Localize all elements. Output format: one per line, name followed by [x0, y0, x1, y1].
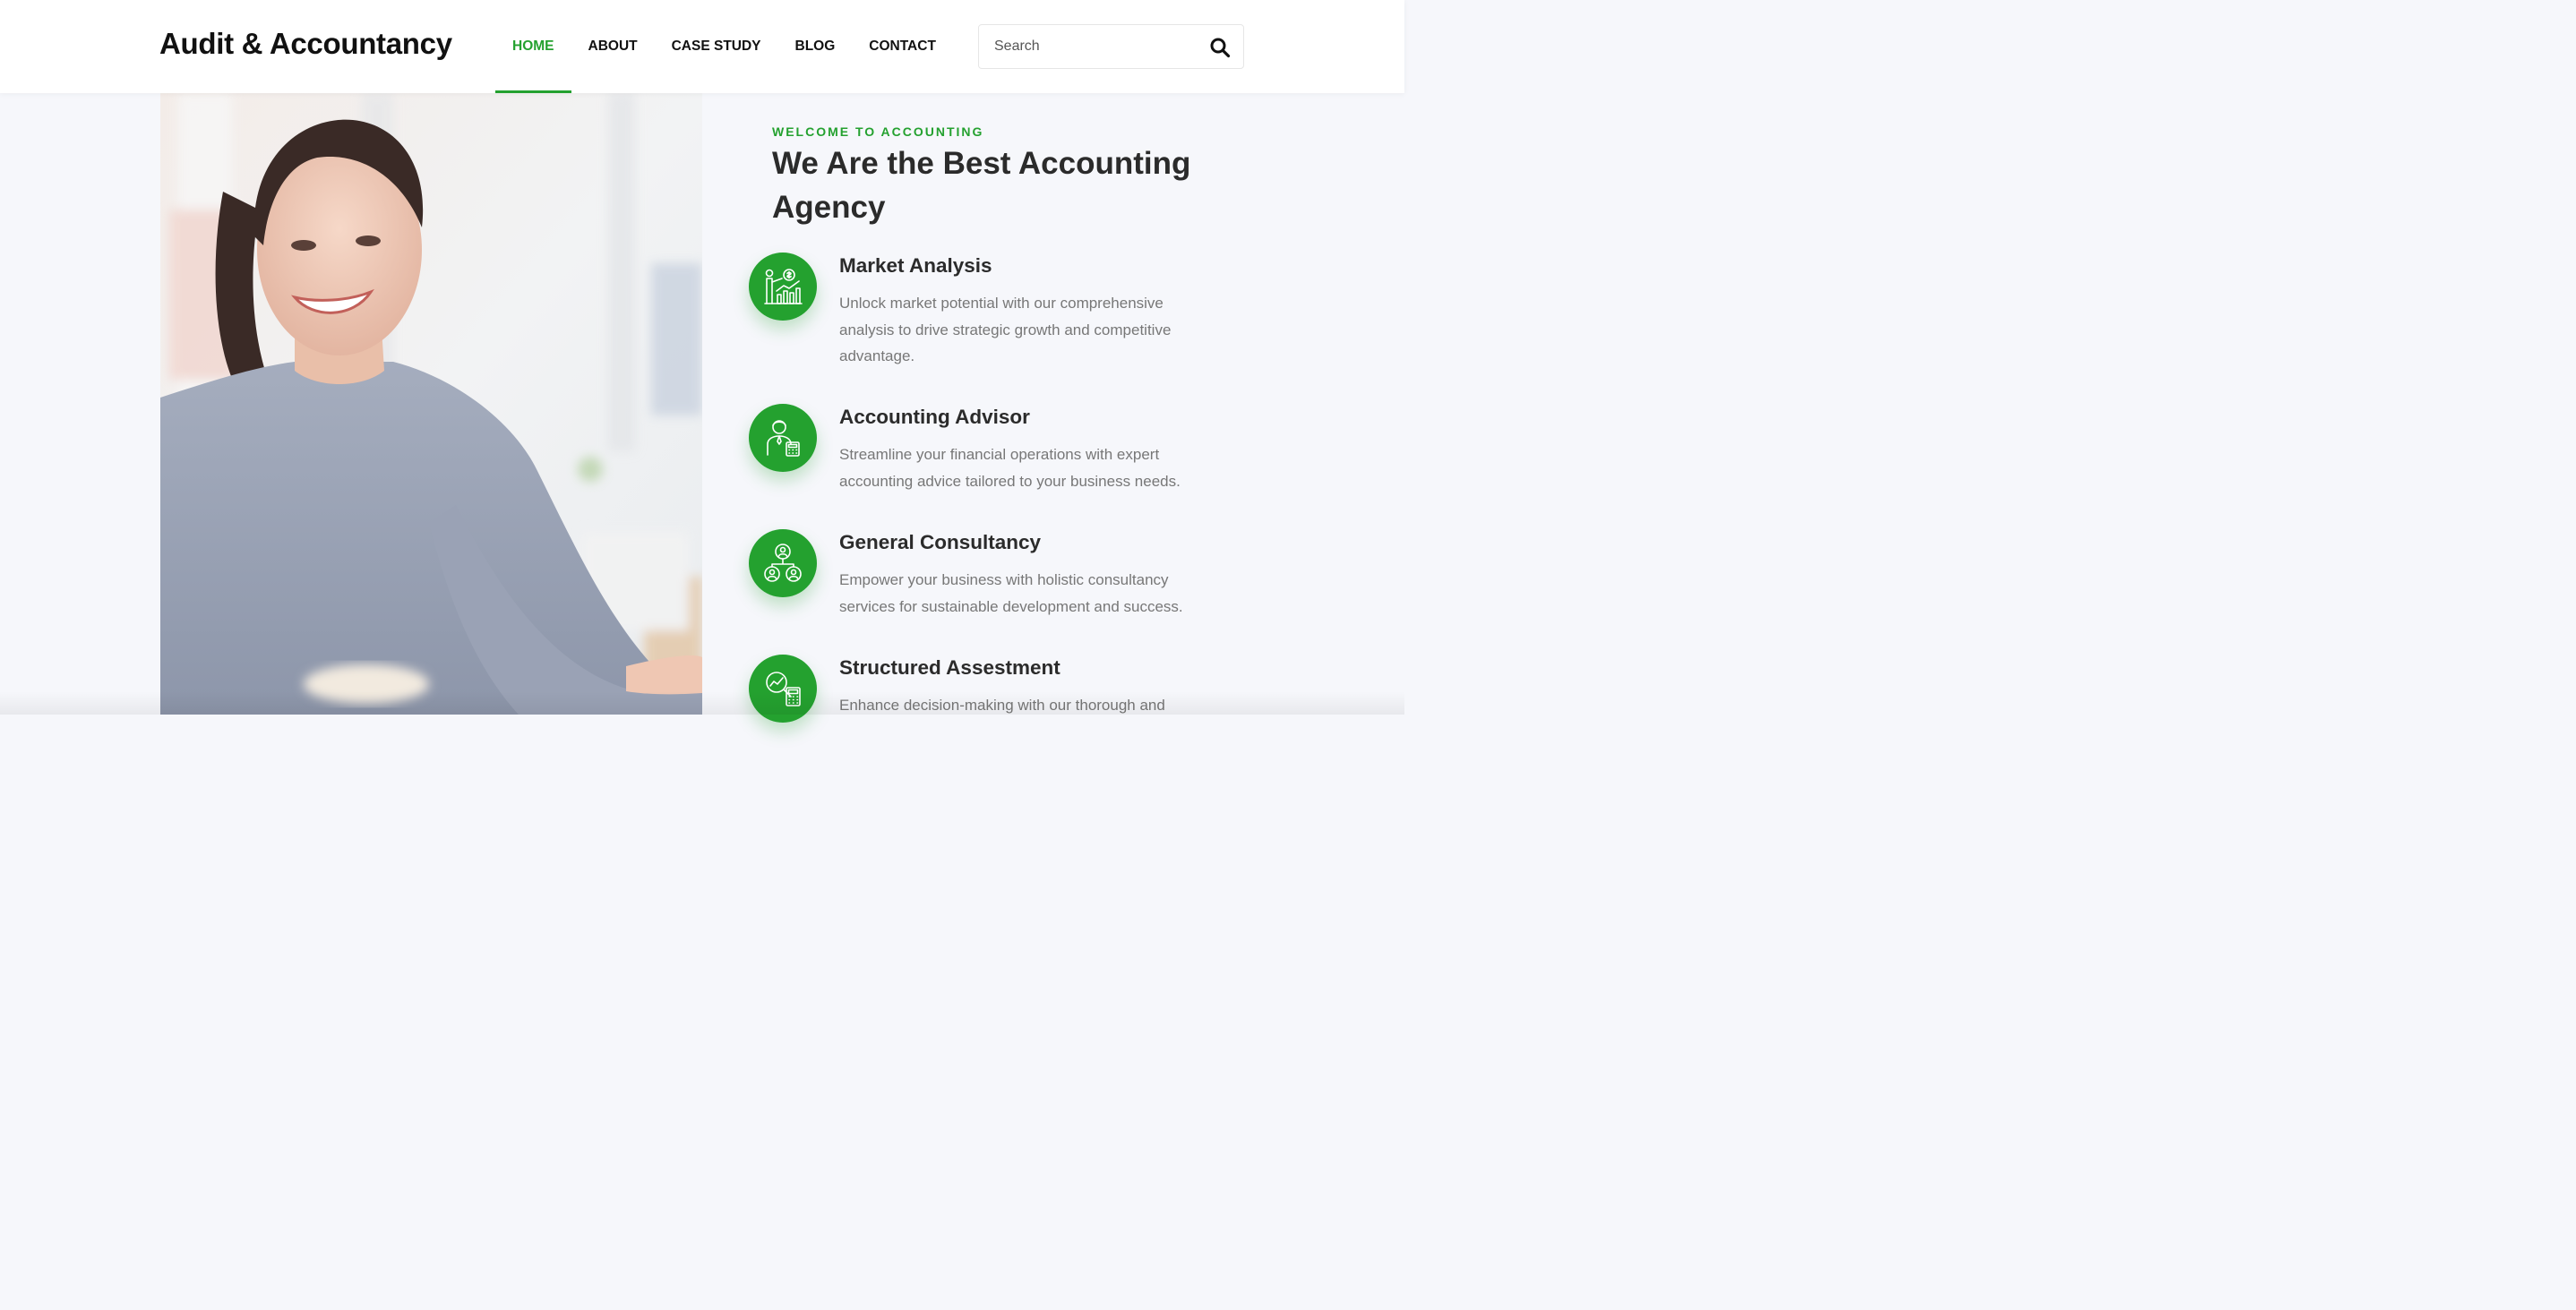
nav-item-case-study[interactable]: CASE STUDY — [655, 0, 778, 93]
assessment-magnifier-icon — [749, 655, 817, 723]
site-logo[interactable]: Audit & Accountancy — [159, 27, 452, 61]
site-header: Audit & Accountancy HOME ABOUT CASE STUD… — [0, 0, 1404, 93]
nav-item-about[interactable]: ABOUT — [571, 0, 655, 93]
nav-item-blog[interactable]: BLOG — [778, 0, 853, 93]
section-title: We Are the Best Accounting Agency — [772, 146, 1191, 225]
service-description: Enhance decision-making with our thoroug… — [839, 697, 1165, 714]
service-description: Empower your business with holistic cons… — [839, 571, 1183, 615]
search-icon[interactable] — [1209, 37, 1231, 58]
service-description: Streamline your financial operations wit… — [839, 446, 1181, 490]
service-title: General Consultancy — [839, 531, 1042, 553]
section-eyebrow: WELCOME TO ACCOUNTING — [772, 124, 984, 139]
hero-photo — [160, 93, 702, 715]
nav-item-home[interactable]: HOME — [495, 0, 571, 93]
main-nav: HOME ABOUT CASE STUDY BLOG CONTACT — [495, 0, 953, 93]
service-description: Unlock market potential with our compreh… — [839, 295, 1172, 364]
accounting-advisor-icon — [749, 404, 817, 472]
consultancy-network-icon — [749, 529, 817, 597]
service-title: Market Analysis — [839, 254, 992, 277]
nav-item-contact[interactable]: CONTACT — [852, 0, 953, 93]
service-title: Structured Assestment — [839, 656, 1060, 679]
search-input[interactable] — [979, 25, 1203, 68]
market-analysis-icon — [749, 253, 817, 321]
search-box — [978, 24, 1244, 69]
service-title: Accounting Advisor — [839, 406, 1030, 428]
